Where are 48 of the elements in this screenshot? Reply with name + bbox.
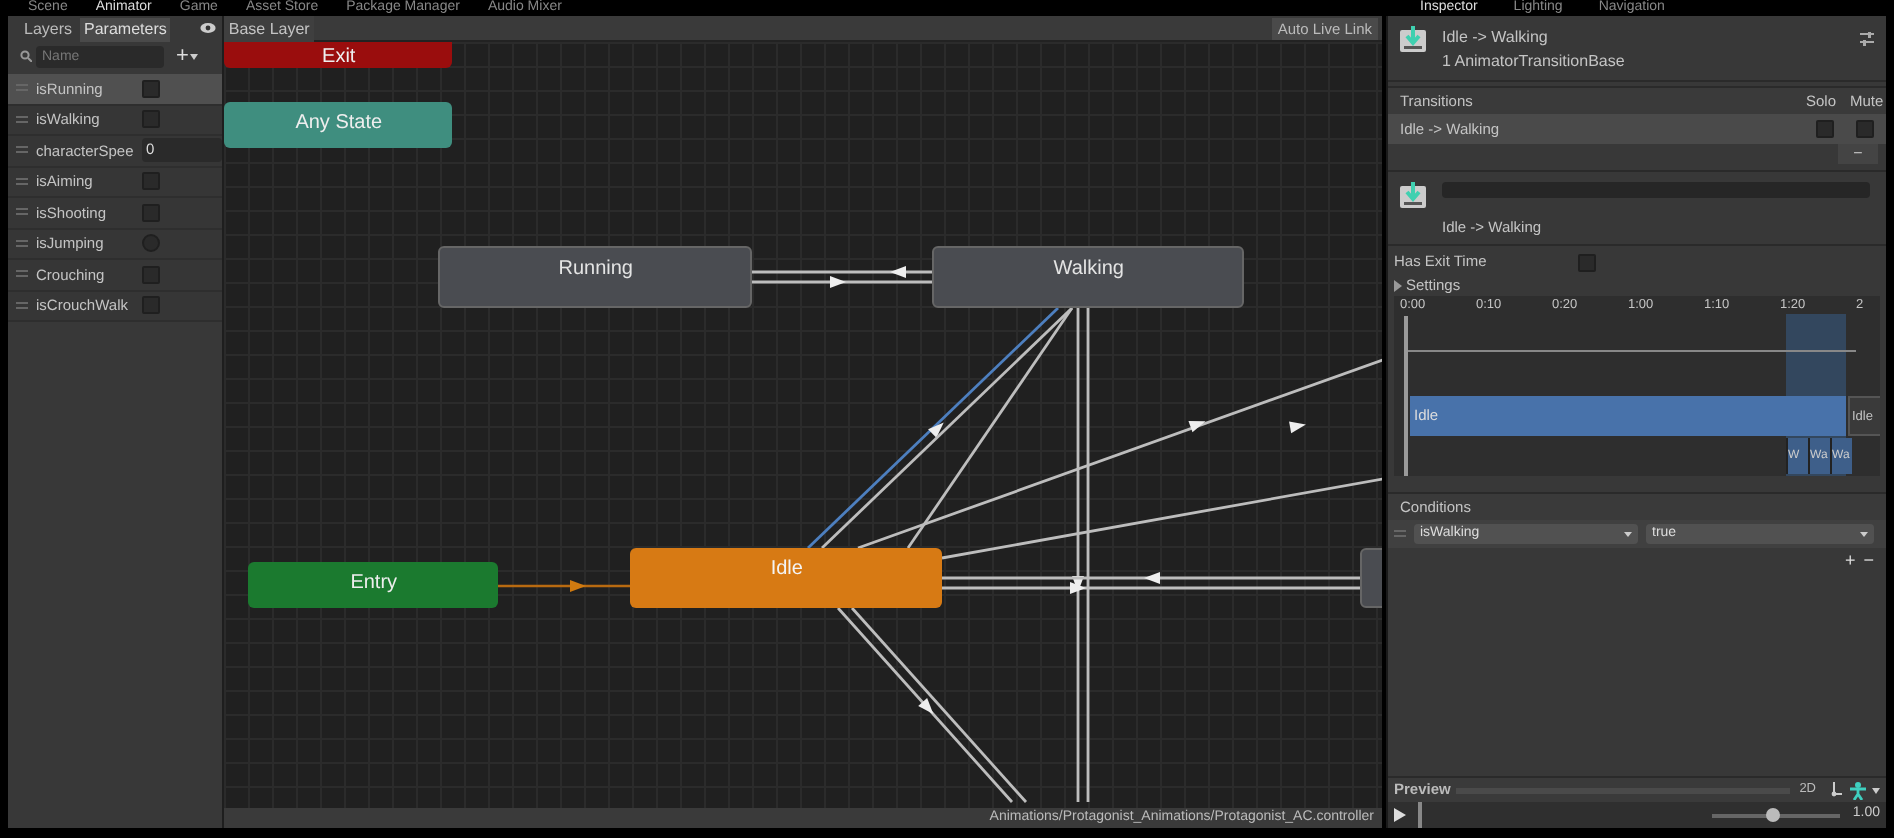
- any-state-node[interactable]: Any State: [224, 102, 453, 148]
- sliders-icon: [1860, 32, 1874, 46]
- drag-handle-icon: [1394, 530, 1406, 538]
- breadcrumb-tab[interactable]: Base Layer: [224, 15, 314, 41]
- eye-icon[interactable]: [200, 22, 217, 34]
- transition-arrow[interactable]: [1072, 308, 1085, 802]
- drag-handle-icon: [16, 239, 28, 248]
- add-parameter-button[interactable]: +: [176, 45, 199, 67]
- slider-thumb[interactable]: [1766, 807, 1781, 821]
- play-icon: [1394, 808, 1406, 822]
- transition-arrow[interactable]: [942, 582, 1361, 594]
- transition-icon: [1400, 26, 1426, 52]
- pivot-icon: [1826, 782, 1844, 798]
- panel-tab[interactable]: Parameters: [80, 18, 171, 42]
- drag-handle-icon: [16, 146, 28, 155]
- expand-arrow-icon: [1394, 279, 1402, 291]
- trigger-radio[interactable]: [142, 234, 160, 253]
- inspector-subtitle: 1 AnimatorTransitionBase: [1442, 50, 1625, 74]
- remove-condition-button[interactable]: −: [1863, 551, 1874, 569]
- parameter-checkbox[interactable]: [142, 79, 160, 98]
- caret-icon: [1860, 531, 1868, 537]
- transition-arrow[interactable]: [858, 356, 1382, 550]
- drag-handle-icon: [16, 208, 28, 217]
- entry-node[interactable]: Entry: [248, 562, 499, 608]
- remove-button[interactable]: −: [1838, 144, 1878, 164]
- drag-handle-icon: [16, 270, 28, 279]
- drag-handle-icon: [16, 301, 28, 310]
- search-icon: [20, 50, 32, 62]
- transition-arrow[interactable]: [942, 572, 1361, 584]
- solo-checkbox[interactable]: [1816, 120, 1834, 138]
- avatar-figure-icon: [1850, 781, 1866, 799]
- caret-icon: [190, 53, 199, 59]
- exit-node[interactable]: Exit: [224, 42, 453, 68]
- drag-handle-icon: [16, 115, 28, 124]
- has-exit-time-checkbox[interactable]: [1578, 253, 1596, 271]
- transition-arrow[interactable]: [942, 421, 1382, 560]
- transition-arrow[interactable]: [752, 276, 933, 288]
- state-node[interactable]: Walking: [932, 246, 1245, 308]
- caret-icon: [1872, 787, 1880, 793]
- transition-icon: [1400, 182, 1426, 208]
- caret-icon: [1624, 531, 1632, 537]
- inspector-title: Idle -> Walking: [1442, 26, 1550, 50]
- mute-checkbox[interactable]: [1856, 120, 1874, 138]
- transition-arrow[interactable]: [752, 266, 933, 278]
- drag-handle-icon: [16, 177, 28, 186]
- state-node[interactable]: Running: [438, 246, 753, 308]
- add-condition-button[interactable]: +: [1844, 551, 1856, 569]
- panel-tab[interactable]: Layers: [20, 18, 77, 42]
